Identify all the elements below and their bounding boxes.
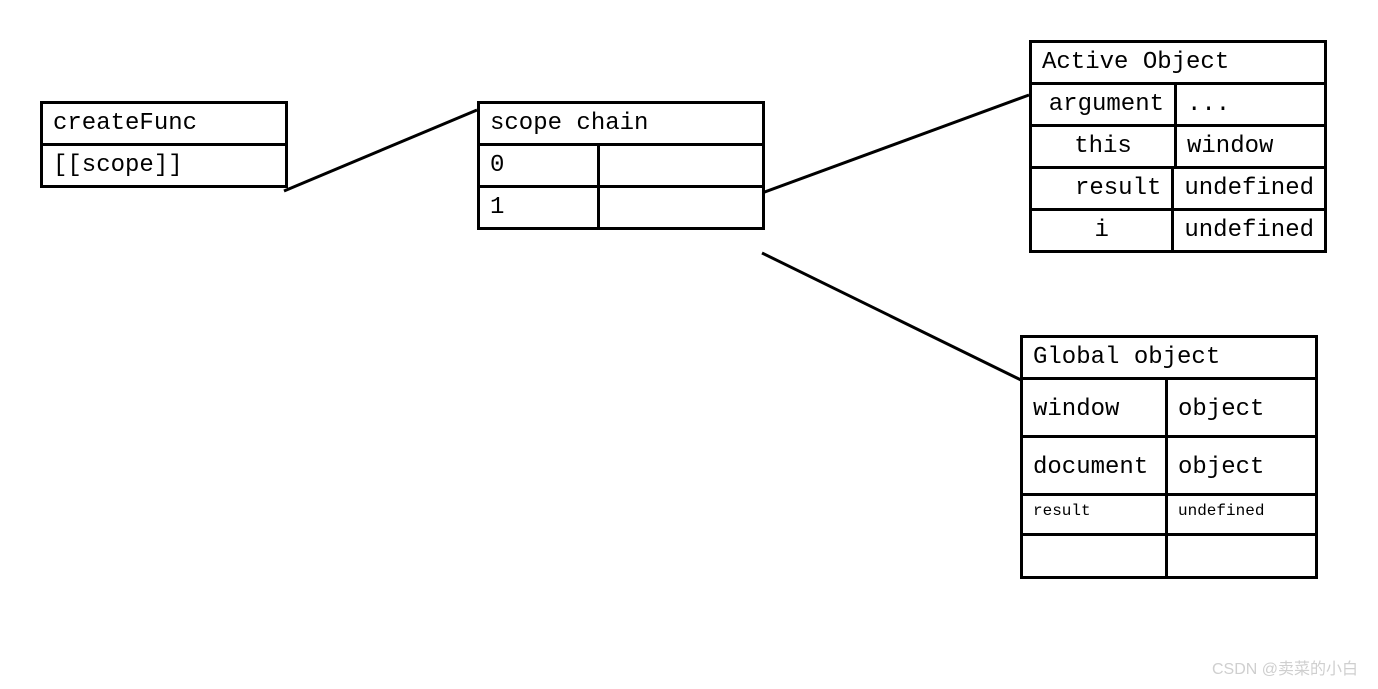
active-object-row-2: result undefined (1032, 169, 1324, 211)
global-object-value-1: object (1168, 438, 1315, 493)
global-object-value-3 (1168, 536, 1315, 576)
scope-chain-index-0: 0 (480, 146, 600, 185)
global-object-box: Global object window object document obj… (1020, 335, 1318, 579)
active-object-key-0: argument (1032, 85, 1177, 124)
global-object-key-0: window (1023, 380, 1168, 435)
scope-chain-index-1: 1 (480, 188, 600, 227)
active-object-row-1: this window (1032, 127, 1324, 169)
active-object-row-3: i undefined (1032, 211, 1324, 250)
createfunc-box: createFunc [[scope]] (40, 101, 288, 188)
global-object-row-3 (1023, 536, 1315, 576)
active-object-value-0: ... (1177, 85, 1324, 124)
active-object-title: Active Object (1032, 43, 1324, 85)
global-object-key-3 (1023, 536, 1168, 576)
active-object-row-0: argument ... (1032, 85, 1324, 127)
active-object-key-2: result (1032, 169, 1174, 208)
scope-chain-title: scope chain (480, 104, 762, 146)
scope-chain-value-1 (600, 188, 762, 227)
watermark: CSDN @卖菜的小白 (1212, 655, 1358, 679)
active-object-key-3: i (1032, 211, 1174, 250)
active-object-box: Active Object argument ... this window r… (1029, 40, 1327, 253)
createfunc-scope-row: [[scope]] (43, 146, 285, 185)
active-object-value-3: undefined (1174, 211, 1324, 250)
scope-chain-row-0: 0 (480, 146, 762, 188)
global-object-title: Global object (1023, 338, 1315, 380)
global-object-key-2: result (1023, 496, 1168, 533)
scope-chain-value-0 (600, 146, 762, 185)
global-object-row-0: window object (1023, 380, 1315, 438)
scope-chain-row-1: 1 (480, 188, 762, 227)
scope-chain-box: scope chain 0 1 (477, 101, 765, 230)
global-object-value-2: undefined (1168, 496, 1315, 533)
active-object-key-1: this (1032, 127, 1177, 166)
active-object-value-2: undefined (1174, 169, 1324, 208)
createfunc-title: createFunc (43, 104, 285, 146)
active-object-value-1: window (1177, 127, 1324, 166)
global-object-key-1: document (1023, 438, 1168, 493)
global-object-row-2: result undefined (1023, 496, 1315, 536)
global-object-row-1: document object (1023, 438, 1315, 496)
global-object-value-0: object (1168, 380, 1315, 435)
